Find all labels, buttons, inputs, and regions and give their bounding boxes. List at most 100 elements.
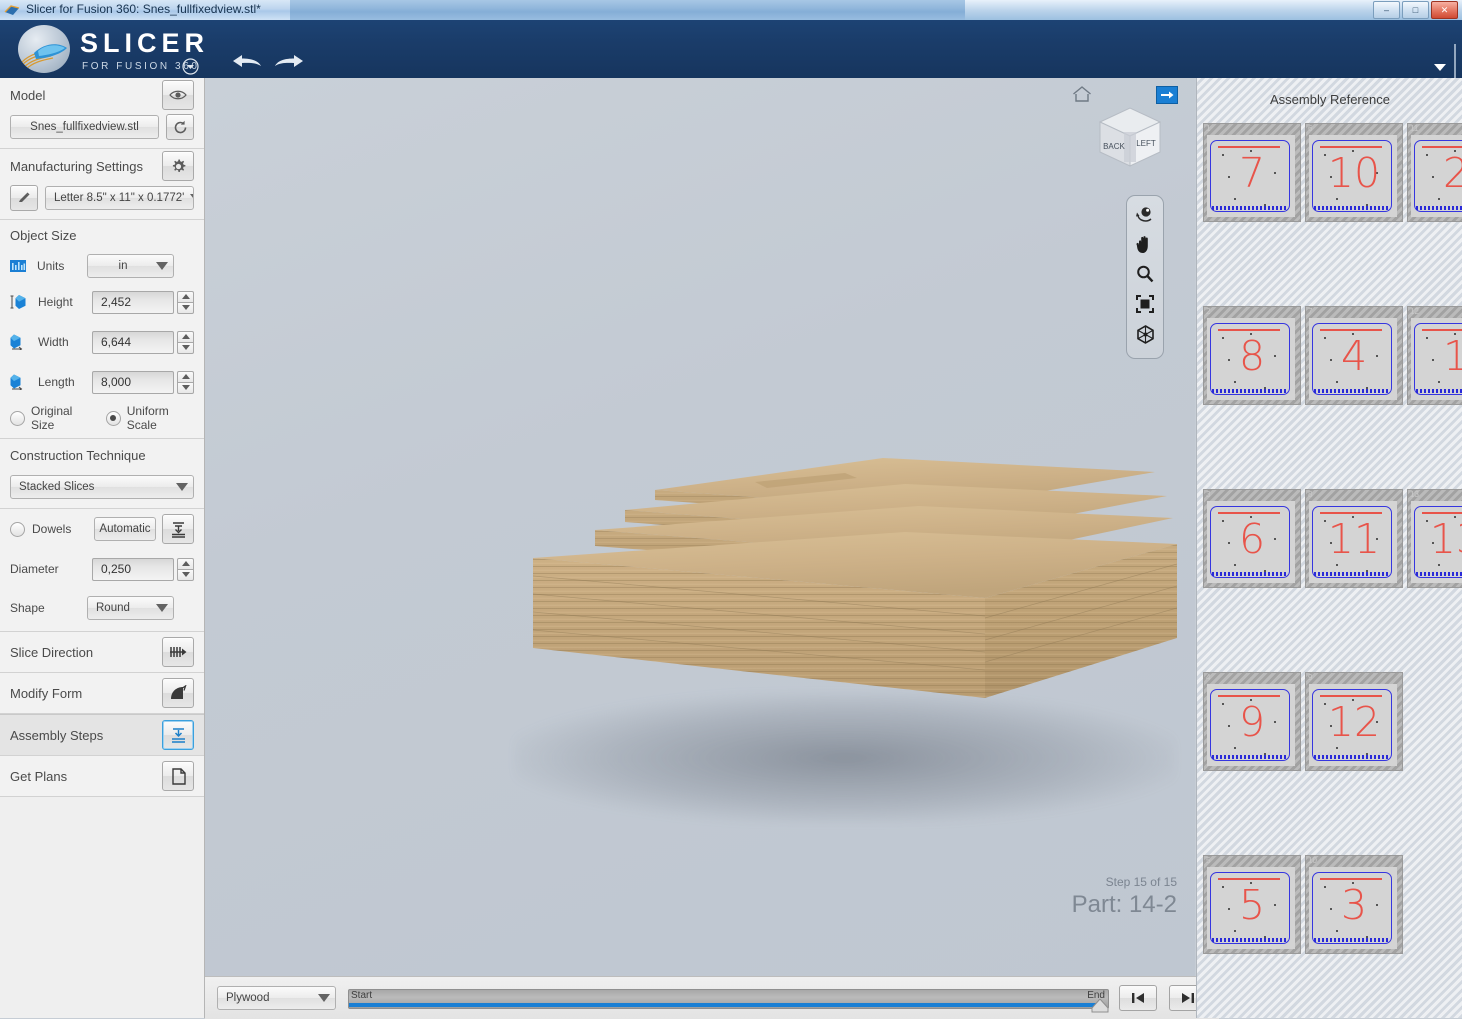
- sidebar-item-get-plans[interactable]: Get Plans: [0, 756, 204, 797]
- dowels-radio[interactable]: [10, 522, 25, 537]
- redo-icon[interactable]: [272, 50, 306, 72]
- model-reload-button[interactable]: [166, 114, 194, 140]
- height-stepper-up[interactable]: [177, 291, 194, 302]
- part-number-label: 1: [1408, 307, 1462, 404]
- os-window-controls: – □ ✕: [1373, 1, 1458, 19]
- dowels-automatic-button[interactable]: Automatic: [94, 517, 156, 541]
- material-value: Plywood: [226, 992, 269, 1004]
- home-icon[interactable]: [1072, 85, 1092, 103]
- height-stepper-down[interactable]: [177, 302, 194, 314]
- diameter-stepper[interactable]: [177, 558, 194, 581]
- length-icon: [10, 374, 28, 390]
- height-input[interactable]: 2,452: [92, 291, 174, 314]
- width-label: Width: [38, 335, 69, 349]
- width-input[interactable]: 6,644: [92, 331, 174, 354]
- model-file-button[interactable]: Snes_fullfixedview.stl: [10, 115, 159, 139]
- units-dropdown[interactable]: in: [87, 254, 174, 278]
- pan-tool-button[interactable]: [1132, 232, 1158, 256]
- assembly-sheet-thumbnail[interactable]: 28: [1203, 306, 1301, 405]
- assembly-sheet-thumbnail[interactable]: 103: [1305, 855, 1403, 954]
- assembly-sheet-thumbnail[interactable]: 49: [1203, 672, 1301, 771]
- manufacturing-settings-button[interactable]: [162, 151, 194, 181]
- diameter-stepper-down[interactable]: [177, 569, 194, 581]
- os-window-title: Slicer for Fusion 360: Snes_fullfixedvie…: [26, 2, 261, 16]
- width-stepper[interactable]: [177, 331, 194, 354]
- first-step-button[interactable]: [1119, 985, 1157, 1011]
- original-size-radio[interactable]: [10, 411, 25, 426]
- zoom-tool-button[interactable]: [1132, 262, 1158, 286]
- triangle-down-icon: [182, 305, 190, 310]
- minimize-button[interactable]: –: [1373, 1, 1400, 19]
- assembly-sheet-thumbnail[interactable]: 17: [1203, 123, 1301, 222]
- modify-form-button[interactable]: [162, 678, 194, 708]
- free-orbit-tool-button[interactable]: [1132, 322, 1158, 346]
- height-stepper[interactable]: [177, 291, 194, 314]
- length-stepper-down[interactable]: [177, 382, 194, 394]
- assembly-reference-cell: 103: [1305, 855, 1407, 1018]
- refresh-icon: [173, 120, 188, 135]
- triangle-down-icon: [182, 345, 190, 350]
- assembly-sheet-thumbnail[interactable]: 112: [1407, 123, 1462, 222]
- construction-technique-dropdown[interactable]: Stacked Slices: [10, 475, 194, 499]
- view-cube[interactable]: BACK LEFT: [1090, 102, 1170, 172]
- width-stepper-up[interactable]: [177, 331, 194, 342]
- part-number-label: 9: [1204, 673, 1300, 770]
- sidebar-item-assembly-steps[interactable]: Assembly Steps: [0, 714, 204, 756]
- assembly-sheet-thumbnail[interactable]: 811: [1305, 489, 1403, 588]
- height-icon: [10, 294, 28, 310]
- assembly-sheet-thumbnail[interactable]: 55: [1203, 855, 1301, 954]
- sliced-model-render[interactable]: [505, 448, 1185, 788]
- 3d-viewport[interactable]: BACK LEFT: [205, 78, 1195, 976]
- chevron-down-icon: [156, 604, 168, 612]
- viewport-navigation-toolbar[interactable]: [1126, 195, 1164, 359]
- width-stepper-down[interactable]: [177, 342, 194, 354]
- assembly-reference-cell: 74: [1305, 306, 1407, 489]
- zoom-icon: [1136, 265, 1154, 283]
- assembly-sheet-thumbnail[interactable]: 74: [1305, 306, 1403, 405]
- shape-dropdown[interactable]: Round: [87, 596, 174, 620]
- chevron-down-icon: [318, 994, 330, 1002]
- viewport-status: Step 15 of 15 Part: 14-2: [1072, 874, 1177, 920]
- sidebar-item-modify-form[interactable]: Modify Form: [0, 673, 204, 714]
- triangle-up-icon: [182, 334, 190, 339]
- triangle-up-icon: [182, 374, 190, 379]
- model-visibility-button[interactable]: [162, 80, 194, 110]
- assembly-sheet-thumbnail[interactable]: 36: [1203, 489, 1301, 588]
- orbit-tool-button[interactable]: [1132, 202, 1158, 226]
- length-input[interactable]: 8,000: [92, 371, 174, 394]
- assembly-steps-button[interactable]: [162, 720, 194, 750]
- maximize-button[interactable]: □: [1402, 1, 1429, 19]
- close-button[interactable]: ✕: [1431, 1, 1458, 19]
- background-window[interactable]: [290, 0, 990, 20]
- uniform-scale-radio[interactable]: [106, 411, 121, 426]
- header-chevron-down-icon[interactable]: [1432, 62, 1448, 72]
- manufacturing-settings-section: Manufacturing Settings Let: [0, 149, 204, 220]
- length-stepper-up[interactable]: [177, 371, 194, 382]
- dowels-placement-button[interactable]: [162, 514, 194, 544]
- diameter-input[interactable]: 0,250: [92, 558, 174, 581]
- assembly-sheet-thumbnail[interactable]: 610: [1305, 123, 1403, 222]
- orbit-icon: [1135, 204, 1155, 224]
- get-plans-button[interactable]: [162, 761, 194, 791]
- slice-direction-button[interactable]: [162, 637, 194, 667]
- edit-sheet-button[interactable]: [10, 185, 38, 211]
- fit-tool-button[interactable]: [1132, 292, 1158, 316]
- construction-technique-section: Construction Technique Stacked Slices: [0, 439, 204, 509]
- assembly-sheet-thumbnail[interactable]: 1313: [1407, 489, 1462, 588]
- assembly-sheet-thumbnail[interactable]: 121: [1407, 306, 1462, 405]
- assembly-step-slider[interactable]: Start End: [348, 985, 1107, 1011]
- chevron-down-icon: [156, 262, 168, 270]
- length-stepper[interactable]: [177, 371, 194, 394]
- assembly-reference-title: Assembly Reference: [1197, 78, 1462, 107]
- sidebar-item-slice-direction[interactable]: Slice Direction: [0, 632, 204, 673]
- slider-thumb[interactable]: [1091, 999, 1109, 1013]
- undo-icon[interactable]: [230, 50, 264, 72]
- part-number-label: 6: [1204, 490, 1300, 587]
- material-dropdown[interactable]: Plywood: [217, 986, 336, 1010]
- part-number-label: 2: [1408, 124, 1462, 221]
- assembly-sheet-thumbnail[interactable]: 912: [1305, 672, 1403, 771]
- sheet-size-dropdown[interactable]: Letter 8.5" x 11" x 0.1772': [45, 186, 194, 210]
- arrow-right-icon: [1161, 90, 1174, 100]
- app-menu-chevron-down-icon[interactable]: [182, 58, 199, 75]
- diameter-stepper-up[interactable]: [177, 558, 194, 569]
